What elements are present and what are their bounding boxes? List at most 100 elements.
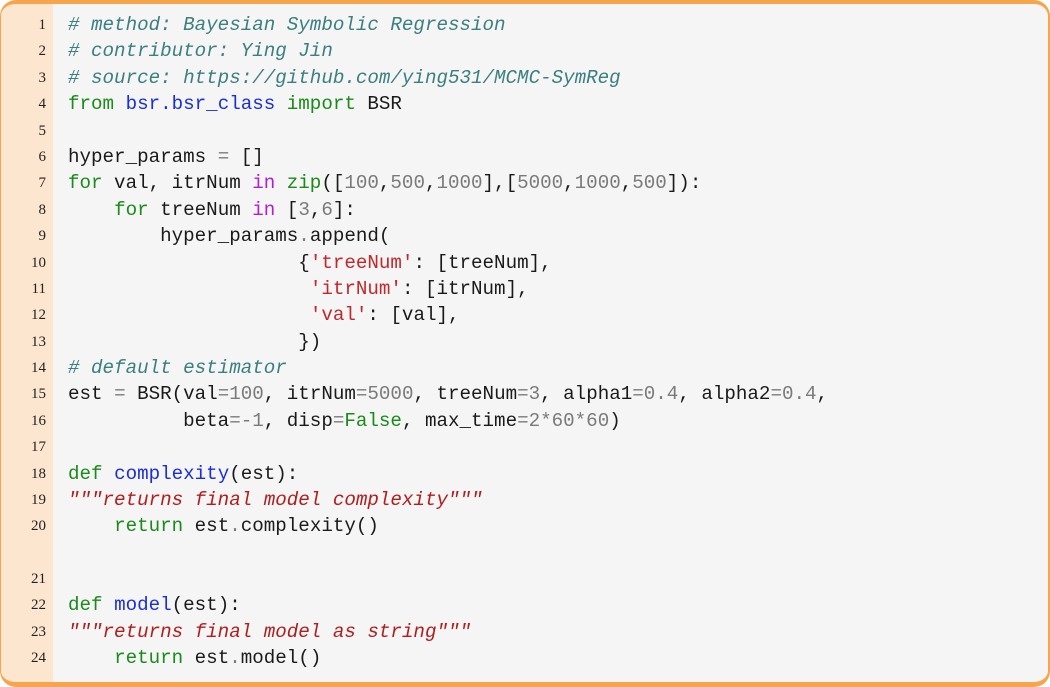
code-text: , alpha1: [540, 383, 633, 406]
line-source: 'val': [val],: [68, 302, 460, 328]
line-source: # source: https://github.com/ying531/MCM…: [68, 65, 621, 91]
operator-token: .: [229, 515, 241, 538]
line-source: for treeNum in [3,6]:: [68, 197, 356, 223]
code-text: ],[: [482, 172, 518, 195]
line-number: 3: [38, 69, 47, 86]
code-text: ,: [816, 383, 829, 406]
line-number: 8: [38, 201, 47, 218]
code-text: ): [609, 409, 621, 432]
number-token: 0.4: [781, 383, 817, 406]
line-source: # default estimator: [68, 355, 287, 381]
line-source: return est.model(): [68, 645, 321, 671]
number-token: 5000: [517, 172, 564, 195]
code-line: 20 return est.complexity(): [1, 513, 1048, 539]
code-line: 13 }): [1, 329, 1048, 355]
number-token: 3: [528, 383, 541, 406]
keyword-token: return: [114, 646, 184, 669]
number-token: -1: [240, 409, 264, 432]
line-number: 4: [38, 96, 47, 113]
line-number: 17: [31, 439, 46, 456]
keyword-token: from: [68, 93, 115, 116]
code-line: 8 for treeNum in [3,6]:: [1, 197, 1048, 223]
operator-token: =: [332, 409, 345, 432]
line-source: return est.complexity(): [68, 513, 379, 539]
keyword-token: return: [114, 515, 184, 538]
code-line: 16 beta=-1, disp=False, max_time=2*60*60…: [1, 408, 1048, 434]
code-text: hyper_params: [68, 145, 218, 168]
code-line: 22 def model(est):: [1, 592, 1048, 618]
number-token: 3: [298, 198, 310, 221]
string-token: 'treeNum': [309, 251, 414, 274]
line-number: 24: [31, 649, 46, 666]
code-line: 11 'itrNum': [itrNum],: [1, 276, 1048, 302]
code-line: 14 # default estimator: [1, 355, 1048, 381]
keyword-token: for: [68, 172, 103, 195]
code-text: beta: [68, 409, 230, 432]
operator-token: .: [229, 646, 241, 669]
line-number: 18: [31, 465, 46, 482]
code-text: model(): [240, 646, 322, 669]
code-line: 2 # contributor: Ying Jin: [1, 38, 1048, 64]
number-token: 1000: [436, 172, 483, 195]
code-line: 23 """returns final model as string""": [1, 619, 1048, 645]
code-text: est: [68, 383, 115, 406]
docstring-token: """returns final model as string""": [68, 620, 472, 643]
line-source: 'itrNum': [itrNum],: [68, 276, 529, 302]
line-source: """returns final model complexity""": [68, 487, 483, 513]
line-source: beta=-1, disp=False, max_time=2*60*60): [68, 408, 621, 434]
line-source: }): [68, 329, 321, 355]
code-text: (est):: [229, 462, 299, 485]
code-line: 1 # method: Bayesian Symbolic Regression: [1, 12, 1048, 38]
code-line: 10 {'treeNum': [treeNum],: [1, 250, 1048, 276]
line-source: {'treeNum': [treeNum],: [68, 250, 551, 276]
code-text: ]:: [332, 198, 356, 221]
operator-token: =: [632, 383, 644, 406]
operator-token: .: [298, 225, 310, 248]
code-text: complexity(): [240, 515, 379, 538]
operator-token: =: [217, 145, 230, 168]
code-text: treeNum: [148, 198, 253, 221]
keyword-token: False: [344, 409, 402, 432]
code-text: [: [275, 198, 299, 221]
code-text: []: [229, 145, 264, 168]
code-line: 5: [1, 118, 1048, 144]
number-token: 1000: [574, 172, 621, 195]
code-text: append(: [309, 225, 391, 248]
line-number: 15: [31, 386, 46, 403]
code-text: ,: [424, 172, 437, 195]
code-line: 18 def complexity(est):: [1, 461, 1048, 487]
code-text: ,: [620, 172, 633, 195]
line-source: est = BSR(val=100, itrNum=5000, treeNum=…: [68, 381, 828, 407]
line-source: def complexity(est):: [68, 461, 298, 487]
number-token: 100: [229, 383, 264, 406]
operator-token: =: [355, 383, 368, 406]
line-source: # contributor: Ying Jin: [68, 38, 333, 64]
operator-token: =: [229, 409, 241, 432]
code-text: : [itrNum],: [401, 277, 529, 300]
line-source: # method: Bayesian Symbolic Regression: [68, 12, 506, 38]
line-number: 7: [38, 175, 47, 192]
code-line: 7 for val, itrNum in zip([100,500,1000],[…: [1, 170, 1048, 196]
code-text: BSR: [355, 93, 402, 116]
line-number: 6: [38, 148, 47, 165]
number-token: 500: [632, 172, 667, 195]
code-line: 4 from bsr.bsr_class import BSR: [1, 91, 1048, 117]
code-line: 12 'val': [val],: [1, 302, 1048, 328]
line-number: 14: [31, 360, 46, 377]
code-text: }): [68, 330, 322, 353]
code-line: 19 """returns final model complexity""": [1, 487, 1048, 513]
code-line: 17: [1, 434, 1048, 460]
line-number: 1: [38, 17, 47, 33]
comment-token: # source: https://github.com/ying531/MCM…: [68, 66, 621, 89]
line-number: 11: [31, 280, 46, 297]
code-text: ]):: [666, 172, 702, 195]
keyword-token: zip: [286, 172, 322, 195]
name-token: bsr.bsr_class: [125, 93, 276, 116]
line-number: 2: [38, 43, 47, 60]
code-text: ,: [378, 172, 391, 195]
code-text: ,: [563, 172, 575, 195]
